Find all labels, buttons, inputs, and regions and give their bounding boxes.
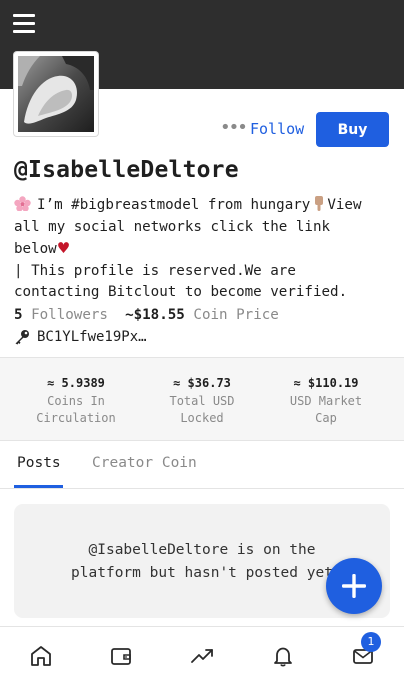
profile-stats: 5 Followers ~$18.55 Coin Price [14,307,279,323]
wallet-icon[interactable] [110,645,132,667]
empty-message-line-1: @IsabelleDeltore is on the [88,542,316,558]
hamburger-menu-icon[interactable] [13,14,35,34]
coin-price-label: Coin Price [193,307,279,323]
followers-label[interactable]: Followers [31,307,108,323]
stat-value: ≈ $36.73 [173,376,231,390]
bio-line-2: all my social networks click the link [14,218,331,235]
heart-icon: ♥ [56,239,71,257]
stat-value: ≈ $110.19 [293,376,359,390]
pointing-down-hand-icon [314,196,324,211]
key-icon [14,329,30,345]
bell-icon[interactable] [272,645,294,667]
active-tab-indicator [14,485,63,488]
plus-icon [342,574,366,598]
followers-count[interactable]: 5 [14,307,23,323]
bio-line-5: contacting Bitclout to become verified. [14,284,348,300]
create-post-button[interactable] [326,558,382,614]
follow-link[interactable]: Follow [250,120,304,138]
total-usd-locked: ≈ $36.73 Total USD Locked [137,375,267,427]
profile-bio: I’m #bigbreastmodel from hungary View all… [14,195,394,304]
home-icon[interactable] [30,645,52,667]
cherry-blossom-icon [14,196,31,212]
profile-username: @IsabelleDeltore [14,157,239,183]
public-key-row[interactable]: BC1YLfwe19Px… [14,329,147,345]
avatar[interactable] [14,52,98,136]
avatar-image [18,56,94,132]
stat-value: ≈ 5.9389 [47,376,105,390]
tab-creator-coin[interactable]: Creator Coin [92,455,197,471]
creator-coin-stats: ≈ 5.9389 Coins In Circulation ≈ $36.73 T… [0,357,404,441]
coin-price-value: ~$18.55 [125,307,185,323]
stat-label: Total USD Locked [169,394,235,425]
coins-in-circulation: ≈ 5.9389 Coins In Circulation [11,375,141,427]
bio-line-1-tail: View [327,197,362,213]
trending-icon[interactable] [191,645,215,667]
bio-line-3: below [14,241,57,257]
buy-button[interactable]: Buy [316,112,389,147]
more-options-icon[interactable]: ••• [220,118,248,138]
messages-badge: 1 [361,632,381,652]
bio-line-1: I’m #bigbreastmodel from hungary [37,197,311,213]
public-key-text: BC1YLfwe19Px… [37,329,147,345]
tab-posts[interactable]: Posts [17,455,61,471]
bottom-navigation [0,626,404,680]
stat-label: Coins In Circulation [36,394,116,425]
profile-tabs: Posts Creator Coin [0,442,404,489]
stat-label: USD Market Cap [289,394,363,425]
usd-market-cap: ≈ $110.19 USD Market Cap [261,375,391,427]
bio-line-4: | This profile is reserved.We are [14,262,296,279]
